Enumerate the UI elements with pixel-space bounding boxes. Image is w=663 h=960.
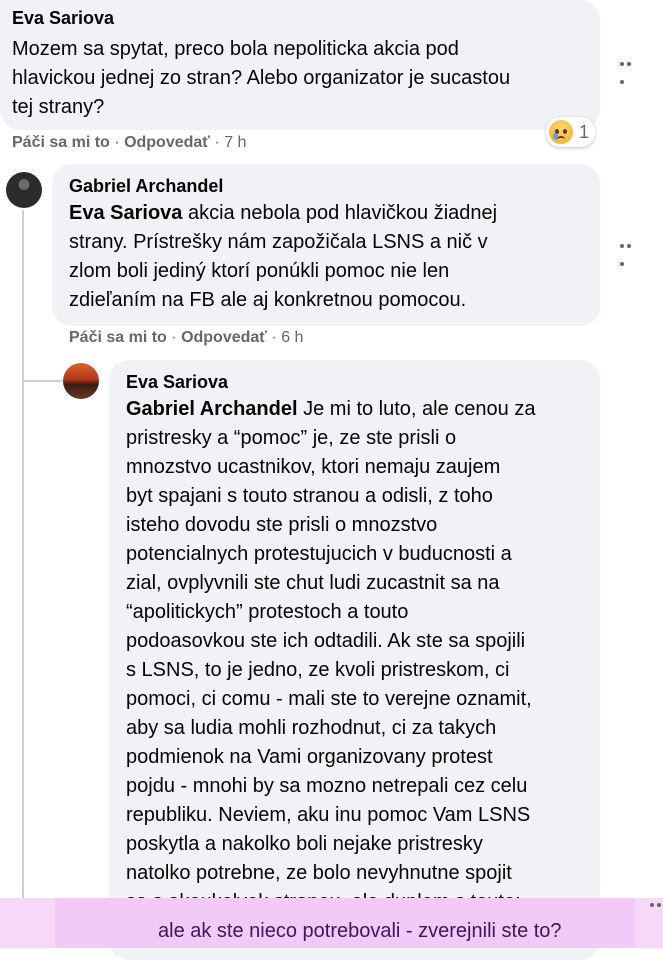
- comment-author[interactable]: Gabriel Archandel: [69, 176, 583, 197]
- comment-author[interactable]: Eva Sariova: [12, 8, 588, 29]
- comment-text-line: strany. Prístrešky nám zapožičala LSNS a…: [69, 231, 488, 253]
- comment-text-line: poskytla a nakolko boli nejake pristresk…: [126, 833, 483, 855]
- comment-text-line: zdieľaním na FB ale aj konkretnou pomoco…: [69, 289, 467, 311]
- comment-text-line: hlavickou jednej zo stran? Alebo organiz…: [12, 67, 511, 89]
- like-link[interactable]: Páči sa mi to: [12, 134, 110, 151]
- comment-bubble: Eva Sariova Mozem sa spytat, preco bola …: [0, 0, 600, 130]
- more-options-icon[interactable]: [620, 244, 640, 266]
- like-link[interactable]: Páči sa mi to: [69, 329, 167, 346]
- comment-text-line: aby sa ludia mohli rozhodnut, ci za taky…: [126, 717, 497, 739]
- comment-text-line: Mozem sa spytat, preco bola nepoliticka …: [12, 38, 459, 60]
- comment-text-line: s LSNS, to je jedno, ze kvoli pristresko…: [126, 659, 510, 681]
- comment-text-line: Eva Sariova akcia nebola pod hlavičkou ž…: [69, 202, 498, 224]
- comment-author[interactable]: Eva Sariova: [126, 372, 583, 393]
- comment-text-line: pristresky a “pomoc” je, ze ste prisli o: [126, 427, 457, 449]
- comment-actions: Páči sa mi to · Odpovedať · 6 h: [69, 329, 304, 346]
- more-options-icon[interactable]: [620, 62, 640, 84]
- comment-text-line: “apolitickych” protestoch a touto: [126, 601, 409, 623]
- mention-link[interactable]: Eva Sariova: [69, 202, 182, 224]
- reply-link[interactable]: Odpovedať: [181, 329, 267, 346]
- reaction-badge[interactable]: 1: [546, 117, 596, 147]
- comment-text-line: mnozstvo ucastnikov, ktori nemaju zaujem: [126, 456, 501, 478]
- timestamp[interactable]: 6 h: [281, 329, 303, 346]
- mention-link[interactable]: Gabriel Archandel: [126, 398, 298, 420]
- timestamp[interactable]: 7 h: [224, 134, 246, 151]
- reaction-count: 1: [579, 121, 590, 142]
- comment-text-line: tej strany?: [12, 96, 105, 118]
- comment-text-line: pomoci, ci comu - mali ste to verejne oz…: [126, 688, 532, 710]
- avatar[interactable]: [6, 172, 42, 208]
- sad-tear-emoji-icon: [549, 120, 573, 144]
- comment-bubble: Eva Sariova Gabriel Archandel Je mi to l…: [109, 360, 600, 960]
- comment-text-line: byt spajani s touto stranou a odisli, z …: [126, 485, 493, 507]
- comment-actions: Páči sa mi to · Odpovedať · 7 h: [12, 134, 247, 151]
- comment-text-line: zlom boli jediný ktorí ponúkli pomoc nie…: [69, 260, 450, 282]
- avatar[interactable]: [63, 363, 99, 399]
- overlay-text-line: ale ak ste nieco potrebovali - zverejnil…: [158, 920, 562, 942]
- comment-text-line: podmienok na Vami organizovany protest: [126, 746, 493, 768]
- comment-text-line: natolko potrebne, ze bolo nevyhnutne spo…: [126, 862, 512, 884]
- comment-text-line: zial, ovplyvnili ste chut ludi zucastnit…: [126, 572, 500, 594]
- comment-text-line: potencialnych protestujucich v buducnost…: [126, 543, 512, 565]
- thread-branch: [22, 380, 62, 382]
- comment-text-line: podoasovkou ste ich odtadili. Ak ste sa …: [126, 630, 526, 652]
- comment-bubble: Gabriel Archandel Eva Sariova akcia nebo…: [52, 164, 600, 326]
- reply-link[interactable]: Odpovedať: [124, 134, 210, 151]
- thread-line: [22, 210, 24, 898]
- comment-text-line: republiku. Neviem, aku inu pomoc Vam LSN…: [126, 804, 531, 826]
- comment-text-line: isteho dovodu ste prisli o mnozstvo: [126, 514, 438, 536]
- more-options-icon[interactable]: [650, 903, 663, 909]
- comment-text-line: Gabriel Archandel Je mi to luto, ale cen…: [126, 398, 536, 420]
- comment-text-line: pojdu - mnohi by sa mozno netrepali cez …: [126, 775, 528, 797]
